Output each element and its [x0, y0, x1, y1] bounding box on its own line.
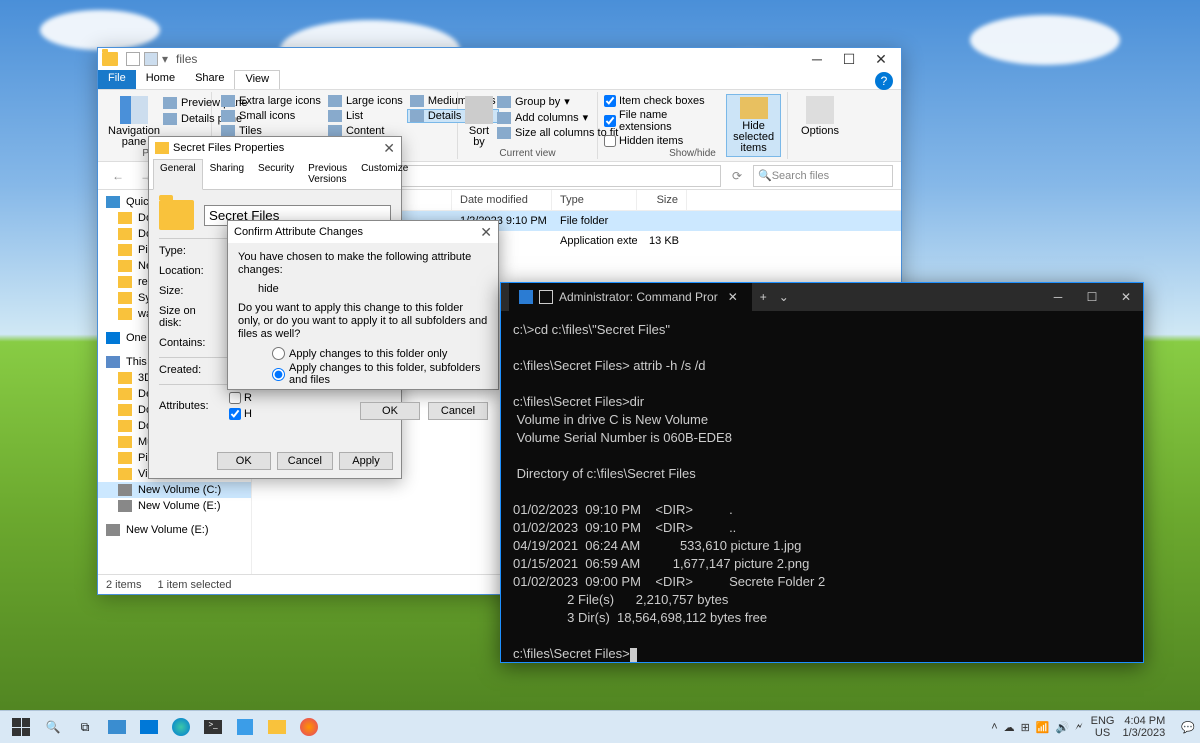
cancel-button[interactable]: Cancel: [277, 452, 333, 470]
tab-file[interactable]: File: [98, 70, 136, 89]
tab-close-icon[interactable]: ✕: [724, 290, 742, 304]
tab-general[interactable]: General: [153, 159, 203, 190]
status-count: 2 items: [106, 579, 141, 591]
tab-previous-versions[interactable]: Previous Versions: [301, 159, 354, 189]
terminal-titlebar[interactable]: Administrator: Command Pror ✕ + ⌄ ─ ☐ ✕: [501, 283, 1143, 311]
minimize-button[interactable]: ─: [1041, 283, 1075, 311]
terminal-output[interactable]: c:\>cd c:\files\"Secret Files" c:\files\…: [501, 311, 1143, 673]
radio-folder-only[interactable]: Apply changes to this folder only: [272, 347, 488, 360]
file-extensions-toggle[interactable]: File name extensions: [604, 108, 720, 134]
tab-customize[interactable]: Customize: [354, 159, 415, 189]
sidebar-item[interactable]: New Volume (E:): [98, 498, 251, 514]
qat-icon[interactable]: [126, 52, 140, 66]
cancel-button[interactable]: Cancel: [428, 402, 488, 420]
sidebar-item-new-volume-c[interactable]: New Volume (C:): [98, 482, 251, 498]
taskbar-app-icon[interactable]: [102, 712, 132, 742]
close-button[interactable]: ✕: [383, 140, 395, 157]
layout-s-icons[interactable]: Small icons: [218, 109, 324, 123]
qat-dropdown-icon[interactable]: ▾: [162, 52, 168, 66]
layout-list[interactable]: List: [325, 109, 406, 123]
tab-dropdown-icon[interactable]: ⌄: [775, 290, 793, 304]
system-tray[interactable]: ˄ ☁ ⊞ 📶 🔊 🗲: [991, 721, 1082, 734]
tab-home[interactable]: Home: [136, 70, 185, 89]
folder-icon: [102, 52, 118, 66]
minimize-button[interactable]: ─: [801, 48, 833, 70]
tray-notifications-icon[interactable]: 💬: [1181, 721, 1195, 734]
tray-meet-icon[interactable]: ⊞: [1021, 721, 1030, 734]
refresh-button[interactable]: ⟳: [725, 164, 749, 188]
start-button[interactable]: [6, 712, 36, 742]
tray-wifi-icon[interactable]: 📶: [1036, 721, 1050, 734]
window-title: files: [176, 52, 197, 66]
taskbar-edge-icon[interactable]: [166, 712, 196, 742]
taskbar-app-icon[interactable]: [134, 712, 164, 742]
apply-button[interactable]: Apply: [339, 452, 393, 470]
maximize-button[interactable]: ☐: [1075, 283, 1109, 311]
terminal-window: Administrator: Command Pror ✕ + ⌄ ─ ☐ ✕ …: [500, 282, 1144, 663]
confirm-title: Confirm Attribute Changes: [234, 226, 363, 238]
confirm-dialog: Confirm Attribute Changes ✕ You have cho…: [227, 220, 499, 390]
properties-titlebar[interactable]: Secret Files Properties ✕: [149, 137, 401, 159]
search-icon[interactable]: 🔍: [38, 712, 68, 742]
taskbar: 🔍 ⧉ >_ ˄ ☁ ⊞ 📶 🔊 🗲 ENGUS 4:04 PM1/3/2023…: [0, 710, 1200, 743]
hidden-items-toggle[interactable]: Hidden items: [604, 134, 720, 148]
properties-tabs: General Sharing Security Previous Versio…: [149, 159, 401, 190]
tray-battery-icon[interactable]: 🗲: [1075, 721, 1082, 734]
back-button[interactable]: ←: [106, 164, 130, 188]
terminal-tab[interactable]: Administrator: Command Pror ✕: [509, 283, 752, 311]
confirm-titlebar[interactable]: Confirm Attribute Changes ✕: [228, 221, 498, 243]
close-button[interactable]: ✕: [1109, 283, 1143, 311]
col-size[interactable]: Size: [637, 190, 687, 210]
task-view-icon[interactable]: ⧉: [70, 712, 100, 742]
tab-sharing[interactable]: Sharing: [203, 159, 251, 189]
tab-share[interactable]: Share: [185, 70, 234, 89]
folder-icon: [155, 142, 169, 154]
layout-xl-icons[interactable]: Extra large icons: [218, 94, 324, 108]
shield-icon: [519, 290, 533, 304]
options-button[interactable]: Options: [794, 94, 846, 139]
explorer-titlebar[interactable]: ▾ files ─ ☐ ✕: [98, 48, 901, 70]
maximize-button[interactable]: ☐: [833, 48, 865, 70]
tab-security[interactable]: Security: [251, 159, 301, 189]
tab-title: Administrator: Command Pror: [559, 290, 718, 304]
tray-language[interactable]: ENGUS: [1091, 715, 1115, 739]
tray-clock[interactable]: 4:04 PM1/3/2023: [1122, 715, 1173, 739]
taskbar-explorer-icon[interactable]: [262, 712, 292, 742]
qat-icon[interactable]: [144, 52, 158, 66]
taskbar-firefox-icon[interactable]: [294, 712, 324, 742]
radio-folder-subfolders[interactable]: Apply changes to this folder, subfolders…: [272, 362, 488, 386]
col-date[interactable]: Date modified: [452, 190, 552, 210]
properties-title: Secret Files Properties: [173, 142, 284, 154]
taskbar-vscode-icon[interactable]: [230, 712, 260, 742]
taskbar-terminal-icon[interactable]: >_: [198, 712, 228, 742]
confirm-attr: hide: [258, 283, 488, 296]
item-checkboxes-toggle[interactable]: Item check boxes: [604, 94, 720, 108]
tray-volume-icon[interactable]: 🔊: [1056, 721, 1070, 734]
confirm-msg1: You have chosen to make the following at…: [238, 251, 488, 277]
tray-onedrive-icon[interactable]: ☁: [1004, 721, 1015, 734]
ok-button[interactable]: OK: [217, 452, 271, 470]
confirm-msg2: Do you want to apply this change to this…: [238, 302, 488, 341]
search-input[interactable]: 🔍 Search files: [753, 165, 893, 187]
folder-icon: [159, 200, 194, 230]
help-icon[interactable]: ?: [875, 72, 893, 90]
status-selection: 1 item selected: [157, 579, 231, 591]
menubar: File Home Share View: [98, 70, 901, 90]
cmd-icon: [539, 290, 553, 304]
col-type[interactable]: Type: [552, 190, 637, 210]
tray-chevron-icon[interactable]: ˄: [991, 721, 997, 733]
sidebar-item[interactable]: New Volume (E:): [98, 522, 251, 538]
close-button[interactable]: ✕: [480, 224, 492, 241]
tab-view[interactable]: View: [234, 70, 280, 89]
ok-button[interactable]: OK: [360, 402, 420, 420]
layout-l-icons[interactable]: Large icons: [325, 94, 406, 108]
new-tab-button[interactable]: +: [752, 290, 775, 304]
cursor: [630, 648, 637, 662]
close-button[interactable]: ✕: [865, 48, 897, 70]
